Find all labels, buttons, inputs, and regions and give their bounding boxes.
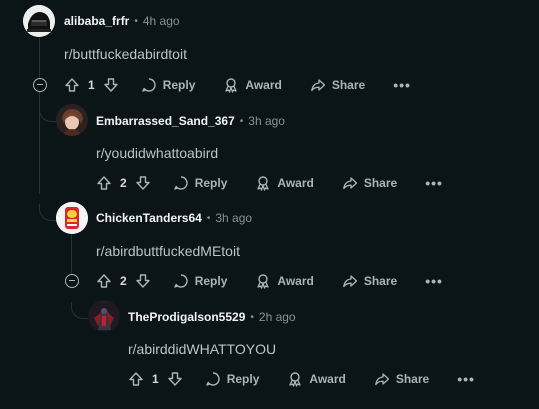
award-button[interactable]: Award <box>223 77 282 93</box>
vote-count: 2 <box>120 176 127 190</box>
separator: • <box>250 311 254 323</box>
reply-button[interactable]: Reply <box>173 175 228 191</box>
vote-group: 1 <box>128 371 183 387</box>
award-icon <box>257 176 270 191</box>
timestamp[interactable]: 2h ago <box>259 310 296 324</box>
reply-button[interactable]: Reply <box>141 77 196 93</box>
share-icon <box>310 79 325 92</box>
more-options-icon[interactable]: ••• <box>425 273 443 289</box>
vote-group: 2 <box>96 175 151 191</box>
award-button[interactable]: Award <box>287 371 346 387</box>
comment-body: r/youdidwhattoabird <box>96 145 219 161</box>
downvote-icon[interactable] <box>135 175 151 191</box>
thread-connector <box>39 105 56 122</box>
separator: • <box>134 15 138 27</box>
comment-body: r/buttfuckedabirdtoit <box>64 46 187 62</box>
timestamp[interactable]: 4h ago <box>143 14 180 28</box>
collapse-thread-button[interactable] <box>33 78 47 92</box>
downvote-icon[interactable] <box>167 371 183 387</box>
timestamp[interactable]: 3h ago <box>248 114 285 128</box>
comment-body: r/abirdbuttfuckedMEtoit <box>96 243 240 259</box>
award-label: Award <box>309 372 346 386</box>
share-label: Share <box>363 176 398 190</box>
collapse-thread-button[interactable] <box>65 274 79 288</box>
avatar[interactable] <box>56 202 88 234</box>
avatar[interactable] <box>23 5 55 37</box>
award-label: Award <box>245 78 282 92</box>
vote-group: 1 <box>64 77 119 93</box>
comment-actions: 2 Reply Award Share ••• <box>96 273 443 289</box>
comment-meta: alibaba_frfr • 4h ago <box>64 14 180 28</box>
upvote-icon[interactable] <box>96 175 112 191</box>
vote-group: 2 <box>96 273 151 289</box>
award-icon <box>289 372 302 387</box>
comment-actions: 1 Reply Award Share ••• <box>128 371 475 387</box>
vote-count: 1 <box>88 78 95 92</box>
reply-label: Reply <box>194 274 228 288</box>
downvote-icon[interactable] <box>103 77 119 93</box>
more-options-icon[interactable]: ••• <box>425 175 443 191</box>
username[interactable]: alibaba_frfr <box>64 14 129 28</box>
username[interactable]: TheProdigalson5529 <box>128 310 245 324</box>
award-label: Award <box>277 176 314 190</box>
avatar[interactable] <box>88 300 120 332</box>
share-label: Share <box>395 372 430 386</box>
reply-button[interactable]: Reply <box>205 371 260 387</box>
reply-button[interactable]: Reply <box>173 273 228 289</box>
comment-icon <box>173 274 188 288</box>
timestamp[interactable]: 3h ago <box>215 211 252 225</box>
more-options-icon[interactable]: ••• <box>457 371 475 387</box>
award-button[interactable]: Award <box>255 273 314 289</box>
vote-count: 1 <box>152 372 159 386</box>
comment-icon <box>205 372 220 386</box>
avatar[interactable] <box>56 104 88 136</box>
share-icon <box>342 275 357 288</box>
share-button[interactable]: Share <box>342 273 397 289</box>
downvote-icon[interactable] <box>135 273 151 289</box>
reply-label: Reply <box>226 372 260 386</box>
thread-connector <box>39 204 56 221</box>
separator: • <box>239 115 244 127</box>
vote-count: 2 <box>120 274 127 288</box>
comment-icon <box>173 176 188 190</box>
share-label: Share <box>331 78 366 92</box>
thread-connector <box>71 302 88 319</box>
award-icon <box>225 78 238 93</box>
share-icon <box>342 177 357 190</box>
award-label: Award <box>277 274 314 288</box>
award-button[interactable]: Award <box>255 175 314 191</box>
share-button[interactable]: Share <box>310 77 365 93</box>
reply-label: Reply <box>162 78 196 92</box>
upvote-icon[interactable] <box>128 371 144 387</box>
upvote-icon[interactable] <box>64 77 80 93</box>
share-button[interactable]: Share <box>342 175 397 191</box>
more-options-icon[interactable]: ••• <box>393 77 411 93</box>
comment-actions: 1 Reply Award Share ••• <box>64 77 411 93</box>
comment-body: r/abirddidWHATTOYOU <box>128 341 277 357</box>
comment-meta: ChickenTanders64 • 3h ago <box>96 211 252 225</box>
reply-label: Reply <box>194 176 228 190</box>
upvote-icon[interactable] <box>96 273 112 289</box>
award-icon <box>257 274 270 289</box>
separator: • <box>206 212 211 224</box>
username[interactable]: Embarrassed_Sand_367 <box>96 114 235 128</box>
comment-actions: 2 Reply Award Share ••• <box>96 175 443 191</box>
username[interactable]: ChickenTanders64 <box>96 211 202 225</box>
share-button[interactable]: Share <box>374 371 429 387</box>
share-label: Share <box>363 274 398 288</box>
share-icon <box>374 373 389 386</box>
comment-icon <box>141 78 156 92</box>
comment-meta: Embarrassed_Sand_367 • 3h ago <box>96 114 285 128</box>
comment-meta: TheProdigalson5529 • 2h ago <box>128 310 296 324</box>
